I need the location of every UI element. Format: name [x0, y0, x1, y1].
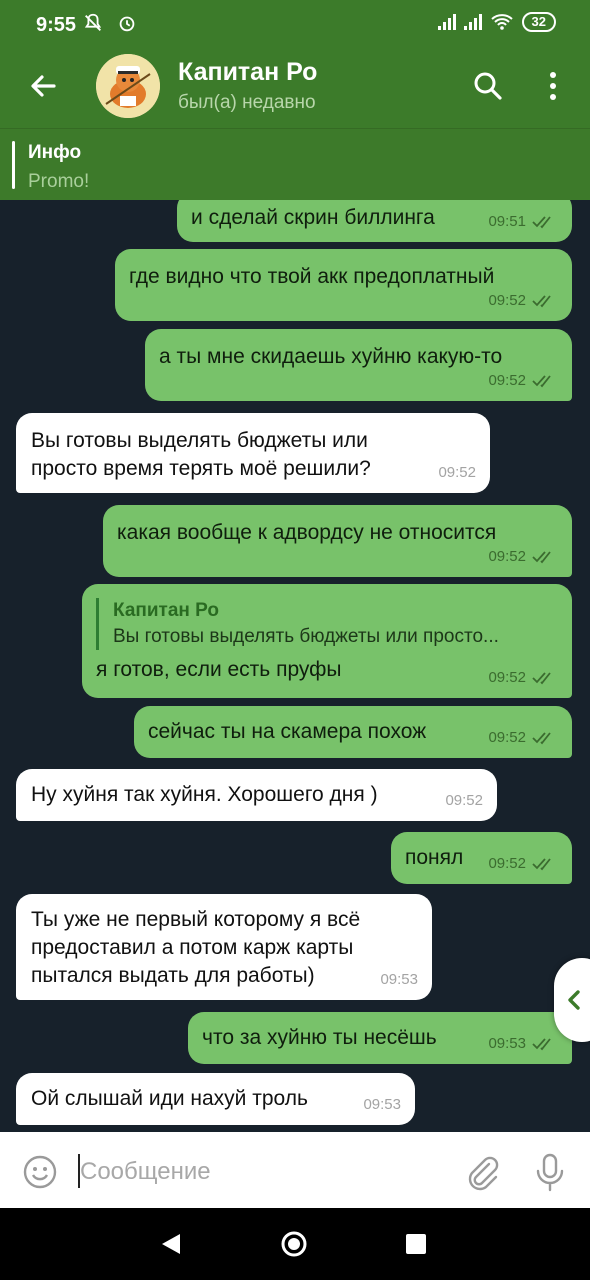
message-meta: 09:52	[488, 724, 558, 752]
composer-bar	[0, 1132, 590, 1208]
message-incoming[interactable]: Ты уже не первый которому я всё предоста…	[16, 894, 432, 1000]
back-button[interactable]	[24, 66, 64, 106]
reply-quote[interactable]: Капитан Ро Вы готовы выделять бюджеты ил…	[96, 598, 558, 650]
message-text: Ой слышай иди нахуй троль	[31, 1087, 308, 1110]
message-time: 09:52	[488, 292, 526, 309]
signal-icon	[437, 14, 456, 30]
message-time: 09:52	[488, 548, 526, 565]
message-text: а ты мне скидаешь хуйню какую-то	[159, 345, 503, 368]
message-outgoing[interactable]: где видно что твой акк предоплатный 09:5…	[115, 249, 572, 321]
message-meta: 09:52	[488, 367, 558, 395]
attach-button[interactable]	[462, 1152, 502, 1192]
message-text: и сделай скрин биллинга	[191, 206, 435, 229]
message-meta: 09:52	[488, 664, 558, 692]
message-list[interactable]: и сделай скрин биллинга 09:51 где видно …	[0, 200, 590, 1132]
search-icon	[474, 72, 502, 100]
message-incoming[interactable]: Вы готовы выделять бюджеты или просто вр…	[16, 413, 490, 493]
microphone-icon	[536, 1153, 564, 1192]
message-outgoing[interactable]: сейчас ты на скамера похож 09:52	[134, 706, 572, 758]
message-meta: 09:53	[380, 966, 418, 994]
silent-bell-icon	[84, 13, 102, 31]
chat-title[interactable]: Капитан Ро	[178, 58, 317, 87]
message-meta: 09:53	[363, 1091, 401, 1119]
message-text: понял	[405, 846, 464, 869]
read-ticks-icon	[532, 375, 551, 388]
emoji-icon	[23, 1155, 57, 1189]
pinned-indicator	[12, 141, 15, 189]
read-ticks-icon	[532, 858, 551, 871]
status-bar: 9:55 32	[0, 0, 590, 46]
nav-home-icon[interactable]	[280, 1230, 308, 1258]
reply-author: Капитан Ро	[113, 600, 219, 621]
message-meta: 09:53	[488, 1030, 558, 1058]
message-time: 09:52	[488, 669, 526, 686]
message-outgoing[interactable]: что за хуйню ты несёшь 09:53	[188, 1012, 572, 1064]
message-text: Ну хуйня так хуйня. Хорошего дня )	[31, 783, 378, 806]
message-text: где видно что твой акк предоплатный	[129, 265, 495, 288]
message-time: 09:52	[488, 729, 526, 746]
read-ticks-icon	[532, 672, 551, 685]
message-time: 09:52	[445, 792, 483, 809]
read-ticks-icon	[532, 216, 551, 229]
emoji-button[interactable]	[22, 1154, 58, 1190]
message-text: какая вообще к адвордсу не относится	[117, 521, 497, 544]
avatar[interactable]	[96, 54, 160, 118]
message-meta: 09:52	[445, 787, 483, 815]
message-meta: 09:52	[488, 543, 558, 571]
message-outgoing-reply[interactable]: Капитан Ро Вы готовы выделять бюджеты ил…	[82, 584, 572, 698]
message-time: 09:52	[488, 855, 526, 872]
more-vertical-icon	[550, 72, 556, 100]
reply-text: Вы готовы выделять бюджеты или просто...	[113, 626, 499, 647]
message-meta: 09:51	[488, 208, 558, 236]
message-time: 09:53	[488, 1035, 526, 1052]
message-text: что за хуйню ты несёшь	[202, 1026, 437, 1049]
back-arrow-icon	[31, 75, 56, 97]
pinned-title: Инфо	[28, 142, 82, 163]
read-ticks-icon	[532, 295, 551, 308]
voice-button[interactable]	[532, 1152, 568, 1192]
message-text: Ты уже не первый которому я всё предоста…	[31, 908, 361, 987]
status-right: 32	[437, 12, 556, 32]
message-input[interactable]	[80, 1152, 450, 1192]
status-time: 9:55	[36, 14, 77, 36]
wifi-icon	[490, 14, 513, 30]
message-time: 09:53	[380, 971, 418, 988]
last-seen-status: был(а) недавно	[178, 92, 316, 113]
cat-captain-avatar-icon	[96, 54, 160, 118]
message-outgoing[interactable]: а ты мне скидаешь хуйню какую-то 09:52	[145, 329, 572, 401]
message-time: 09:51	[488, 213, 526, 230]
read-ticks-icon	[532, 551, 551, 564]
pinned-message[interactable]: Инфо Promo!	[0, 128, 590, 200]
message-meta: 09:52	[438, 459, 476, 487]
notification-icons	[82, 12, 138, 36]
pinned-text: Promo!	[28, 171, 90, 192]
system-nav-bar	[0, 1208, 590, 1280]
paperclip-icon	[468, 1156, 499, 1191]
message-outgoing[interactable]: и сделай скрин биллинга 09:51	[177, 200, 572, 242]
chat-header: Капитан Ро был(а) недавно	[0, 46, 590, 128]
message-text: сейчас ты на скамера похож	[148, 720, 427, 743]
signal-icon	[463, 14, 482, 30]
message-incoming[interactable]: Ой слышай иди нахуй троль 09:53	[16, 1073, 415, 1125]
message-outgoing[interactable]: какая вообще к адвордсу не относится 09:…	[103, 505, 572, 577]
message-meta: 09:52	[488, 287, 558, 315]
message-time: 09:52	[488, 372, 526, 389]
read-ticks-icon	[532, 1038, 551, 1051]
message-meta: 09:52	[488, 850, 558, 878]
message-incoming[interactable]: Ну хуйня так хуйня. Хорошего дня ) 09:52	[16, 769, 497, 821]
message-outgoing[interactable]: понял 09:52	[391, 832, 572, 884]
battery-icon: 32	[521, 12, 556, 32]
more-menu-button[interactable]	[540, 68, 566, 104]
message-time: 09:53	[363, 1096, 401, 1113]
message-time: 09:52	[438, 464, 476, 481]
alarm-icon	[119, 16, 134, 32]
nav-recents-icon[interactable]	[406, 1234, 426, 1254]
nav-back-icon[interactable]	[160, 1232, 182, 1256]
search-button[interactable]	[470, 68, 506, 104]
read-ticks-icon	[532, 732, 551, 745]
message-text: Вы готовы выделять бюджеты или просто вр…	[31, 429, 371, 480]
message-text: я готов, если есть пруфы	[96, 658, 342, 681]
chevron-left-icon	[568, 990, 580, 1010]
scroll-side-button[interactable]	[554, 958, 590, 1042]
